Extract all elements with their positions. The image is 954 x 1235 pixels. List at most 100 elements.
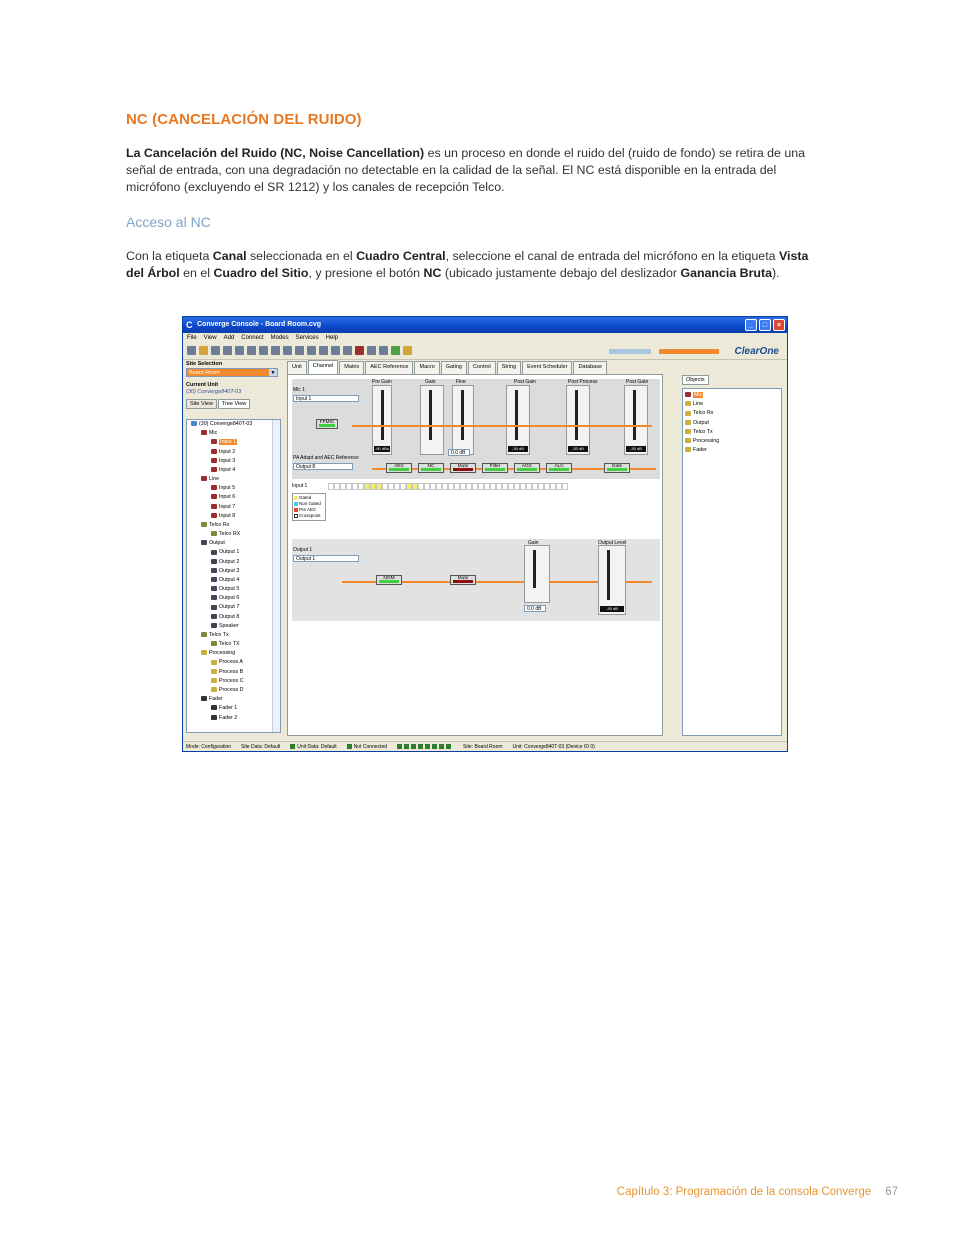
tree-item[interactable]: Input 3 [187,457,280,466]
print-icon[interactable] [247,346,256,355]
device-icon[interactable] [331,346,340,355]
tree-item[interactable]: Line [187,475,280,484]
book-icon[interactable] [307,346,316,355]
tree-item[interactable]: Input 1 [187,438,280,447]
gate-button[interactable]: Gate [604,463,630,473]
tab-control[interactable]: Control [467,361,496,374]
tree-item[interactable]: Input 7 [187,503,280,512]
alc-button[interactable]: ALC [546,463,572,473]
menu-add[interactable]: Add [224,333,235,343]
tab-gating[interactable]: Gating [440,361,467,374]
tree-item[interactable]: Input 4 [187,466,280,475]
speaker-icon[interactable] [367,346,376,355]
menu-connect[interactable]: Connect [241,333,263,343]
tree-item[interactable]: Output [187,539,280,548]
tree-item[interactable]: Telco TX [187,640,280,649]
tree-item[interactable]: Output 5 [187,585,280,594]
tab-aec-reference[interactable]: AEC Reference [365,361,414,374]
object-item[interactable]: Telco Tx [685,428,779,437]
filter-button[interactable]: Filter [482,463,508,473]
tree-item[interactable]: Input 8 [187,512,280,521]
tree-item[interactable]: Telco RX [187,530,280,539]
tree-item[interactable]: Output 6 [187,594,280,603]
tree-item[interactable]: Telco Tx [187,631,280,640]
tree-item[interactable]: Input 6 [187,493,280,502]
aec-button[interactable]: AEC [386,463,412,473]
network-icon[interactable] [343,346,352,355]
nc-button[interactable]: NC [418,463,444,473]
tree-item[interactable]: Output 7 [187,603,280,612]
tree-item[interactable]: Output 2 [187,558,280,567]
list-icon[interactable] [295,346,304,355]
object-item[interactable]: Fader [685,446,779,455]
tab-unit[interactable]: Unit [287,361,307,374]
tree-item[interactable]: Process D [187,686,280,695]
minimize-button[interactable]: _ [745,319,757,331]
filter-icon[interactable] [235,346,244,355]
output-gain-slider[interactable] [524,545,550,603]
fine-slider[interactable] [452,385,474,455]
gain-slider[interactable] [420,385,444,455]
output-gain-field[interactable]: 0.0 dB [524,605,546,612]
tab-event-scheduler[interactable]: Event Scheduler [522,361,573,374]
run-icon[interactable] [391,346,400,355]
tree-item[interactable]: Output 8 [187,613,280,622]
tab-macro[interactable]: Macro [414,361,440,374]
matrix-icon[interactable] [319,346,328,355]
save-icon[interactable] [211,346,220,355]
tree-item[interactable]: Input 5 [187,484,280,493]
tree-item[interactable]: Speaker [187,622,280,631]
fine-gain-field[interactable]: 0.0 dB [448,449,470,456]
tree-item[interactable]: Output 4 [187,576,280,585]
close-button[interactable]: × [773,319,785,331]
menu-modes[interactable]: Modes [271,333,289,343]
object-item[interactable]: Line [685,400,779,409]
copy-icon[interactable] [259,346,268,355]
color-icon[interactable] [355,346,364,355]
tools-icon[interactable] [223,346,232,355]
tree-item[interactable]: Fader [187,695,280,704]
object-item[interactable]: Mic [685,391,779,400]
matrix-cell[interactable] [562,483,568,490]
tab-database[interactable]: Database [573,361,607,374]
mic-input-field[interactable]: Input 1 [293,395,359,402]
tree-item[interactable]: Fader 1 [187,704,280,713]
menu-services[interactable]: Services [296,333,319,343]
tree-item[interactable]: Telco Rx [187,521,280,530]
menu-help[interactable]: Help [326,333,338,343]
volume-icon[interactable] [379,346,388,355]
tab-channel[interactable]: Channel [307,360,339,374]
object-item[interactable]: Telco Rx [685,409,779,418]
maximize-button[interactable]: □ [759,319,771,331]
tree-item[interactable]: (30) Converge840T-03 [187,420,280,429]
window-titlebar[interactable]: C Converge Console - Board Room.cvg _ □ … [183,317,787,333]
tab-tree-view[interactable]: Tree View [217,399,251,409]
tree-item[interactable]: Processing [187,649,280,658]
pa-adapt-field[interactable]: Output 8 [293,463,353,470]
output-mute-button[interactable]: Mute [450,575,476,585]
meter-icon[interactable] [283,346,292,355]
menu-view[interactable]: View [204,333,217,343]
menu-file[interactable]: File [187,333,197,343]
tree-item[interactable]: Input 2 [187,448,280,457]
tab-string[interactable]: String [496,361,522,374]
tab-site-view[interactable]: Site View [186,399,217,409]
tree-item[interactable]: Output 1 [187,548,280,557]
grid-icon[interactable] [187,346,196,355]
chevron-down-icon[interactable]: ▼ [269,369,277,376]
object-item[interactable]: Output [685,419,779,428]
help-icon[interactable] [403,346,412,355]
objects-button[interactable]: Objects [682,375,709,385]
open-folder-icon[interactable] [199,346,208,355]
paste-icon[interactable] [271,346,280,355]
tree-item[interactable]: Process B [187,668,280,677]
agc-button[interactable]: AGC [514,463,540,473]
object-item[interactable]: Processing [685,437,779,446]
mute-button[interactable]: Mute [450,463,476,473]
ffmic-button[interactable]: FFMIC [316,419,338,429]
tab-matrix[interactable]: Matrix [339,361,365,374]
tree-item[interactable]: Fader 2 [187,714,280,723]
site-selection-dropdown[interactable]: Board Room ▼ [186,368,278,377]
tree-item[interactable]: Mic [187,429,280,438]
tree-item[interactable]: Output 3 [187,567,280,576]
